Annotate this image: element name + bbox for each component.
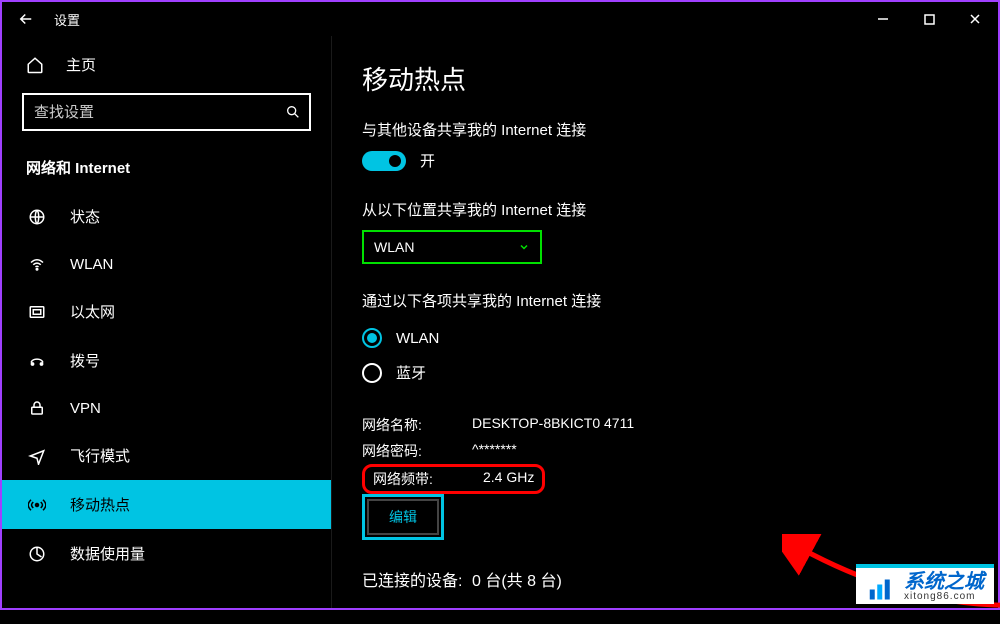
- info-row-band: 网络频带: 2.4 GHz: [373, 469, 534, 489]
- info-value: ^*******: [472, 441, 517, 461]
- window-title: 设置: [54, 10, 80, 29]
- share-toggle[interactable]: [362, 151, 406, 171]
- home-icon: [26, 56, 46, 74]
- sidebar-item-airplane[interactable]: 飞行模式: [2, 431, 331, 480]
- info-label: 已连接的设备:: [362, 567, 472, 591]
- sidebar-item-label: 状态: [70, 206, 100, 227]
- page-title: 移动热点: [362, 60, 968, 97]
- sidebar-item-data[interactable]: 数据使用量: [2, 529, 331, 578]
- search-field[interactable]: [34, 104, 285, 121]
- sidebar: 主页 网络和 Internet 状态 WLAN 以太网 拨号: [2, 36, 332, 608]
- info-value: 0 台(共 8 台): [472, 567, 562, 591]
- data-usage-icon: [26, 545, 48, 563]
- minimize-button[interactable]: [860, 3, 906, 35]
- toggle-state-label: 开: [420, 150, 435, 171]
- category-label: 网络和 Internet: [2, 151, 331, 192]
- sidebar-item-ethernet[interactable]: 以太网: [2, 287, 331, 336]
- search-input[interactable]: [22, 93, 311, 131]
- sidebar-item-label: 移动热点: [70, 494, 130, 515]
- content-area: 移动热点 与其他设备共享我的 Internet 连接 开 从以下位置共享我的 I…: [332, 36, 998, 608]
- watermark-url: xitong86.com: [904, 592, 984, 602]
- wifi-icon: [26, 255, 48, 273]
- status-icon: [26, 208, 48, 226]
- sidebar-item-label: WLAN: [70, 256, 113, 273]
- airplane-icon: [26, 447, 48, 465]
- sidebar-item-label: 拨号: [70, 350, 100, 371]
- radio-label: WLAN: [396, 330, 439, 347]
- hotspot-icon: [26, 496, 48, 514]
- share-from-label: 从以下位置共享我的 Internet 连接: [362, 199, 968, 220]
- sidebar-item-dialup[interactable]: 拨号: [2, 336, 331, 385]
- sidebar-item-label: 数据使用量: [70, 543, 145, 564]
- info-value: DESKTOP-8BKICT0 4711: [472, 415, 634, 435]
- home-button[interactable]: 主页: [2, 44, 331, 93]
- select-value: WLAN: [374, 239, 518, 255]
- sidebar-item-label: VPN: [70, 400, 101, 417]
- info-label: 网络频带:: [373, 469, 483, 489]
- chevron-down-icon: [518, 241, 530, 253]
- sidebar-item-wlan[interactable]: WLAN: [2, 241, 331, 287]
- watermark-text: 系统之城: [904, 572, 984, 592]
- share-via-label: 通过以下各项共享我的 Internet 连接: [362, 290, 968, 311]
- dialup-icon: [26, 352, 48, 370]
- radio-icon: [362, 328, 382, 348]
- back-button[interactable]: [14, 7, 38, 31]
- close-button[interactable]: [952, 3, 998, 35]
- info-label: 网络密码:: [362, 441, 472, 461]
- sidebar-item-vpn[interactable]: VPN: [2, 385, 331, 431]
- info-value: 2.4 GHz: [483, 469, 534, 489]
- sidebar-item-status[interactable]: 状态: [2, 192, 331, 241]
- sidebar-item-label: 飞行模式: [70, 445, 130, 466]
- info-row-name: 网络名称: DESKTOP-8BKICT0 4711: [362, 412, 968, 438]
- vpn-icon: [26, 399, 48, 417]
- watermark-icon: [866, 572, 896, 602]
- share-label: 与其他设备共享我的 Internet 连接: [362, 119, 968, 140]
- edit-button[interactable]: 编辑: [367, 499, 439, 535]
- ethernet-icon: [26, 303, 48, 321]
- info-label: 网络名称:: [362, 415, 472, 435]
- sidebar-item-hotspot[interactable]: 移动热点: [2, 480, 331, 529]
- sidebar-item-label: 以太网: [70, 301, 115, 322]
- info-row-password: 网络密码: ^*******: [362, 438, 968, 464]
- search-icon: [285, 104, 301, 120]
- radio-bluetooth[interactable]: 蓝牙: [362, 355, 968, 390]
- share-from-select[interactable]: WLAN: [362, 230, 542, 264]
- radio-label: 蓝牙: [396, 362, 426, 383]
- home-label: 主页: [66, 54, 96, 75]
- watermark: 系统之城 xitong86.com: [856, 564, 994, 604]
- highlight-annotation: 网络频带: 2.4 GHz: [362, 464, 545, 494]
- maximize-button[interactable]: [906, 3, 952, 35]
- highlight-annotation: 编辑: [362, 494, 444, 540]
- radio-icon: [362, 363, 382, 383]
- radio-wlan[interactable]: WLAN: [362, 321, 968, 355]
